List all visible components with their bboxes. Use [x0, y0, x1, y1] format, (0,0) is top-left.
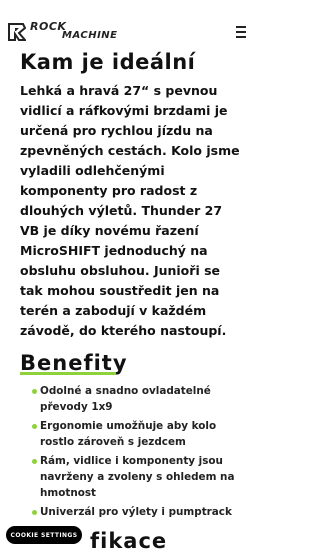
- list-item: Ergonomie umožňuje aby kolo rostlo zárov…: [20, 418, 245, 450]
- benefit-text: Rám, vidlice i komponenty jsou navrženy …: [40, 455, 235, 499]
- brand-logo[interactable]: ROCK MACHINE: [8, 20, 117, 43]
- bullet-dot-icon: [32, 389, 37, 394]
- heading-underline: [20, 372, 116, 375]
- benefits-list: Odolné a snadno ovladatelné převody 1x9 …: [20, 383, 245, 523]
- logo-text-rock: ROCK: [30, 20, 67, 33]
- intro-paragraph: Lehká a hravá 27“ s pevnou vidlicí a ráf…: [20, 83, 240, 338]
- site-header: ROCK MACHINE: [0, 0, 250, 50]
- benefit-text: Univerzál pro výlety i pumptrack: [40, 506, 232, 518]
- benefit-text: Ergonomie umožňuje aby kolo rostlo zárov…: [40, 420, 217, 448]
- bullet-dot-icon: [32, 510, 37, 515]
- rock-machine-logo-mark-icon: [8, 23, 26, 41]
- section-heading-ideal-use: Kam je ideální: [20, 50, 196, 74]
- logo-text-machine: MACHINE: [62, 30, 118, 41]
- cookie-settings-button[interactable]: COOKIE SETTINGS: [6, 526, 82, 544]
- benefit-text: Odolné a snadno ovladatelné převody 1x9: [40, 385, 211, 413]
- bullet-dot-icon: [32, 424, 37, 429]
- hamburger-menu-icon[interactable]: [236, 26, 246, 38]
- bullet-dot-icon: [32, 459, 37, 464]
- list-item: Odolné a snadno ovladatelné převody 1x9: [20, 383, 245, 415]
- list-item: Rám, vidlice i komponenty jsou navrženy …: [20, 453, 245, 501]
- list-item: Univerzál pro výlety i pumptrack: [20, 504, 245, 520]
